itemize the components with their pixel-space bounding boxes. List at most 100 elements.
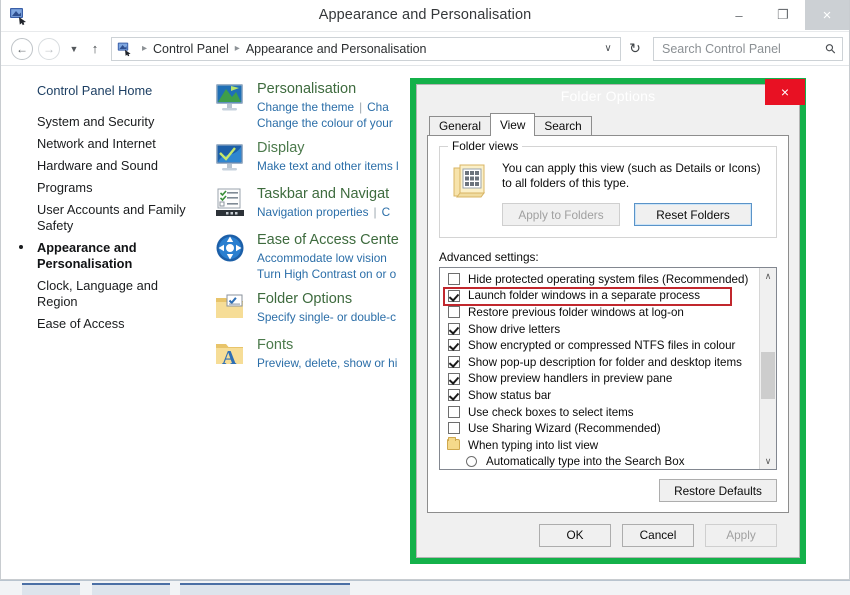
folder-options-dialog: Folder Options × General View Search Fol…	[416, 79, 805, 558]
list-item[interactable]: Show encrypted or compressed NTFS files …	[442, 337, 759, 354]
sidebar-item-network-and-internet[interactable]: Network and Internet	[1, 133, 201, 155]
dialog-titlebar: Folder Options ×	[411, 79, 805, 113]
scroll-up-icon[interactable]: ∧	[760, 268, 776, 284]
list-item[interactable]: Show status bar	[442, 387, 759, 404]
taskbar-chunk	[180, 583, 350, 595]
taskbar-chunk	[92, 583, 170, 595]
list-item[interactable]: Use Sharing Wizard (Recommended)	[442, 420, 759, 437]
breadcrumb[interactable]: ▸ Control Panel ▸ Appearance and Persona…	[111, 36, 621, 61]
list-item-label: When typing into list view	[468, 438, 599, 452]
cancel-button[interactable]: Cancel	[622, 523, 694, 547]
folder-options-icon	[216, 294, 243, 318]
list-item-label: Automatically type into the Search Box	[486, 455, 685, 469]
back-button[interactable]: ←	[11, 37, 33, 60]
link-accommodate-low-vision[interactable]: Accommodate low vision	[257, 251, 387, 265]
list-item[interactable]: When typing into list view	[442, 436, 759, 454]
sidebar-item-user-accounts[interactable]: User Accounts and Family Safety	[1, 199, 201, 237]
radio-icon[interactable]	[466, 456, 477, 468]
svg-text:A: A	[222, 347, 237, 369]
checkbox-icon[interactable]	[448, 339, 460, 352]
link-truncated[interactable]: C	[382, 205, 391, 219]
search-box[interactable]: ⚲	[653, 36, 843, 61]
sidebar-item-clock-language-region[interactable]: Clock, Language and Region	[1, 275, 201, 313]
link-make-text-larger[interactable]: Make text and other items l	[257, 159, 399, 173]
list-item-label: Launch folder windows in a separate proc…	[468, 289, 701, 303]
checkbox-icon[interactable]	[448, 405, 460, 418]
sidebar-item-system-and-security[interactable]: System and Security	[1, 111, 201, 133]
list-item[interactable]: Show preview handlers in preview pane	[442, 371, 759, 388]
link-specify-single-double-click[interactable]: Specify single- or double-c	[257, 310, 396, 324]
checkbox-icon[interactable]	[448, 289, 460, 302]
list-item[interactable]: Automatically type into the Search Box	[442, 454, 759, 469]
apply-to-folders-button[interactable]: Apply to Folders	[502, 203, 620, 226]
close-button[interactable]: ×	[805, 0, 849, 30]
checkbox-icon[interactable]	[448, 306, 460, 319]
sidebar-item-control-panel-home[interactable]: Control Panel Home	[1, 80, 201, 102]
list-item[interactable]: Hide protected operating system files (R…	[442, 271, 759, 288]
link-change-theme[interactable]: Change the theme	[257, 100, 354, 114]
reset-folders-button[interactable]: Reset Folders	[634, 203, 752, 226]
scroll-down-icon[interactable]: ∨	[760, 453, 776, 469]
sidebar-item-programs[interactable]: Programs	[1, 177, 201, 199]
link-preview-delete-fonts[interactable]: Preview, delete, show or hi	[257, 356, 397, 370]
breadcrumb-item-appearance[interactable]: Appearance and Personalisation	[246, 42, 427, 56]
list-item-label: Use check boxes to select items	[468, 405, 634, 419]
checkbox-icon[interactable]	[448, 322, 460, 335]
dialog-title: Folder Options	[560, 88, 656, 104]
ok-button[interactable]: OK	[539, 523, 611, 547]
list-item[interactable]: Use check boxes to select items	[442, 404, 759, 421]
checkbox-icon[interactable]	[448, 422, 460, 435]
list-item[interactable]: Show pop-up description for folder and d…	[442, 354, 759, 371]
chevron-down-icon[interactable]: ∨	[600, 43, 616, 54]
minimize-button[interactable]: –	[717, 0, 761, 30]
dialog-footer: OK Cancel Apply	[427, 513, 789, 557]
window-titlebar: Appearance and Personalisation – ❐ ×	[1, 0, 849, 32]
link-change-colour[interactable]: Change the colour of your	[257, 116, 393, 130]
folder-options-dialog-frame: Folder Options × General View Search Fol…	[410, 78, 806, 564]
sidebar-item-ease-of-access[interactable]: Ease of Access	[1, 313, 201, 335]
folder-views-row: You can apply this view (such as Details…	[450, 161, 766, 226]
scrollbar-track[interactable]	[760, 284, 776, 453]
control-panel-icon	[117, 42, 131, 56]
link-high-contrast[interactable]: Turn High Contrast on or o	[257, 267, 396, 281]
scrollbar-thumb[interactable]	[761, 351, 775, 399]
dialog-close-button[interactable]: ×	[765, 79, 805, 105]
recent-locations-icon[interactable]: ▼	[65, 38, 83, 60]
folder-views-description: You can apply this view (such as Details…	[502, 161, 761, 190]
breadcrumb-item-control-panel[interactable]: Control Panel	[153, 42, 229, 56]
restore-defaults-button[interactable]: Restore Defaults	[659, 479, 777, 502]
taskbar-chunk	[22, 583, 80, 595]
list-item[interactable]: Show drive letters	[442, 321, 759, 338]
apply-button[interactable]: Apply	[705, 523, 777, 547]
advanced-settings-scrollbar[interactable]: ∧ ∨	[759, 268, 776, 469]
ease-of-access-icon	[216, 234, 244, 262]
breadcrumb-separator-icon: ▸	[142, 43, 148, 54]
list-item[interactable]: Restore previous folder windows at log-o…	[442, 304, 759, 321]
tab-view[interactable]: View	[489, 113, 536, 136]
up-button[interactable]: ↑	[85, 38, 105, 60]
checkbox-icon[interactable]	[448, 355, 460, 368]
folder-views-legend: Folder views	[448, 139, 523, 153]
sidebar-item-appearance-and-personalisation[interactable]: Appearance and Personalisation	[1, 237, 201, 275]
list-item-label: Show encrypted or compressed NTFS files …	[468, 339, 736, 353]
forward-button[interactable]: →	[38, 37, 60, 60]
refresh-icon[interactable]: ↻	[623, 37, 647, 61]
checkbox-icon[interactable]	[448, 389, 460, 402]
link-separator: |	[359, 100, 363, 114]
search-input[interactable]	[660, 40, 827, 57]
sidebar-item-hardware-and-sound[interactable]: Hardware and Sound	[1, 155, 201, 177]
tab-search[interactable]: Search	[534, 116, 592, 135]
folder-icon	[447, 436, 460, 450]
folder-views-buttons: Apply to Folders Reset Folders	[502, 203, 766, 226]
advanced-settings-list[interactable]: Hide protected operating system files (R…	[439, 267, 777, 470]
maximize-button[interactable]: ❐	[761, 0, 805, 30]
breadcrumb-separator-icon: ▸	[234, 43, 240, 54]
link-navigation-properties[interactable]: Navigation properties	[257, 205, 368, 219]
display-monitor-icon	[216, 144, 243, 171]
checkbox-icon[interactable]	[448, 273, 460, 285]
personalisation-monitor-icon	[216, 84, 243, 111]
list-item[interactable]: Launch folder windows in a separate proc…	[442, 288, 759, 305]
link-change-truncated[interactable]: Cha	[367, 100, 389, 114]
tab-general[interactable]: General	[429, 116, 491, 135]
checkbox-icon[interactable]	[448, 372, 460, 385]
